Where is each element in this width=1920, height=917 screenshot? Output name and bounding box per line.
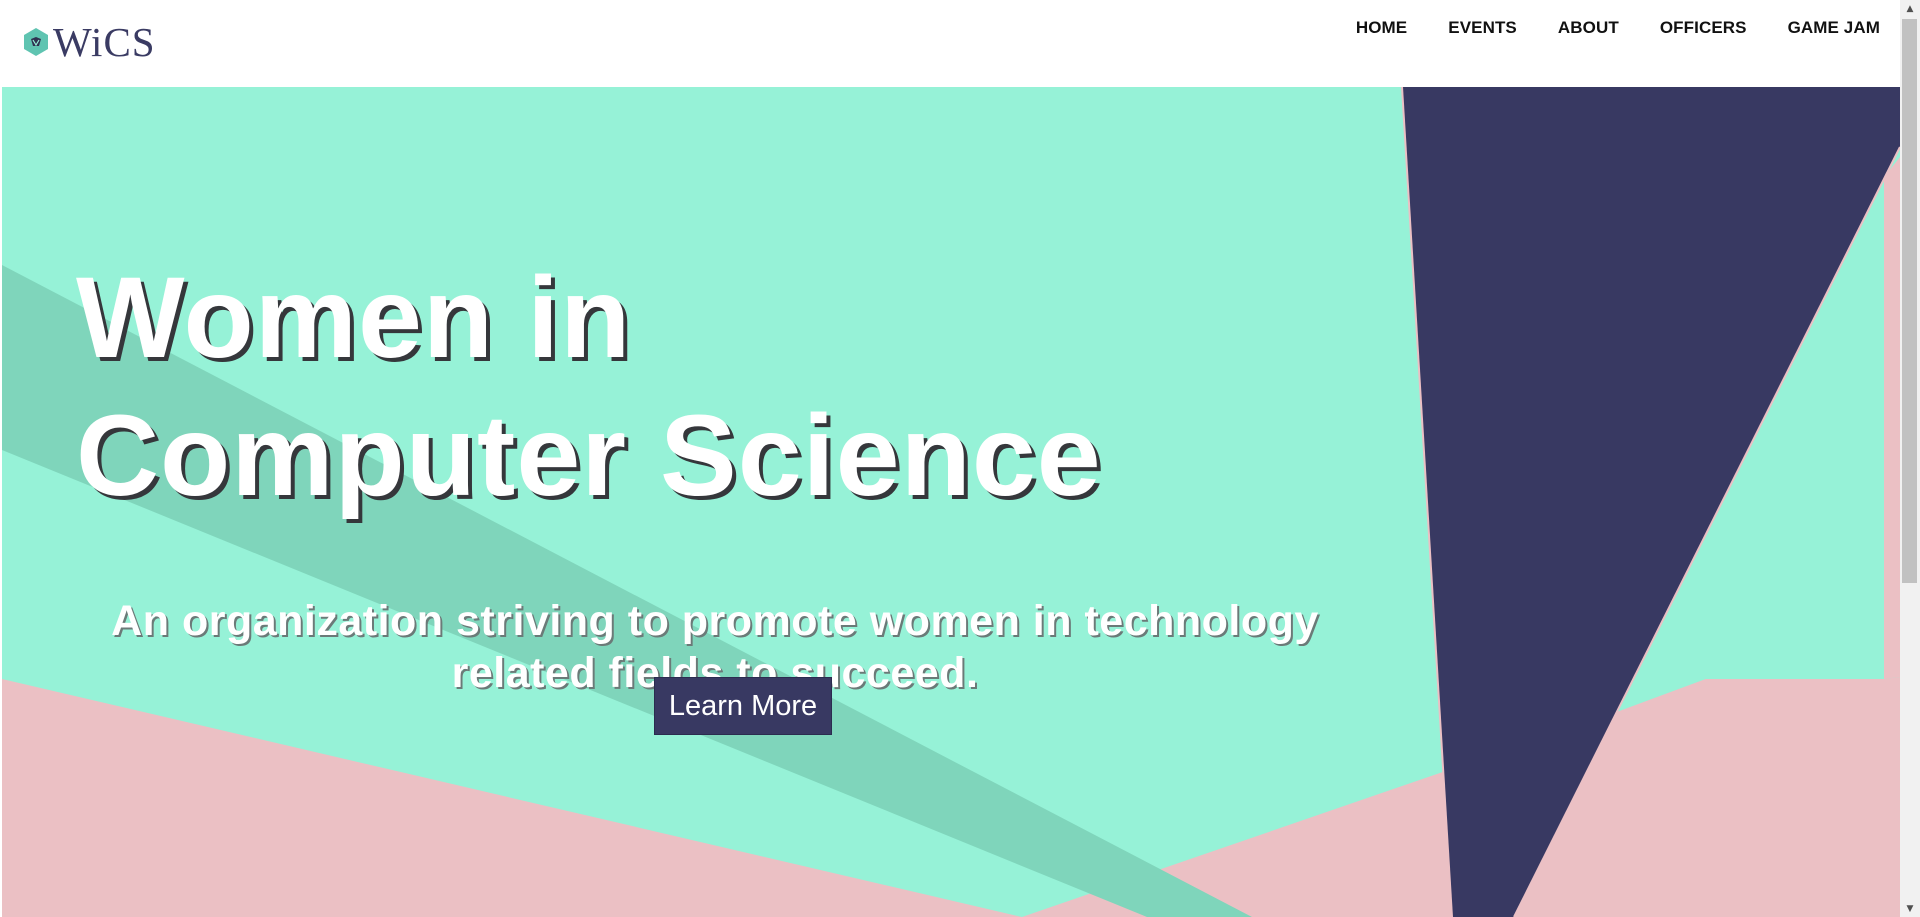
hero-title: Women in Computer Science — [76, 249, 1102, 525]
nav-events[interactable]: EVENTS — [1448, 18, 1517, 38]
hero-title-line-2: Computer Science — [76, 392, 1102, 520]
scrollbar-thumb[interactable] — [1902, 19, 1917, 583]
nav-home[interactable]: HOME — [1356, 18, 1407, 38]
hero-section: Women in Computer Science An organizatio… — [2, 87, 1900, 917]
hero-title-line-1: Women in — [76, 254, 632, 382]
wics-logo-link[interactable]: WiCS — [21, 18, 156, 66]
scroll-up-arrow-icon[interactable]: ▲ — [1900, 0, 1920, 17]
hexagon-flower-logo-icon — [24, 28, 48, 56]
logo-text: WiCS — [53, 18, 156, 65]
nav-about[interactable]: ABOUT — [1558, 18, 1619, 38]
vertical-scrollbar[interactable]: ▲ ▼ — [1900, 0, 1920, 917]
scroll-down-arrow-icon[interactable]: ▼ — [1900, 900, 1920, 917]
page: WiCS HOME EVENTS ABOUT OFFICERS GAME JAM — [0, 0, 1920, 917]
learn-more-button[interactable]: Learn More — [654, 677, 832, 735]
nav-game-jam[interactable]: GAME JAM — [1788, 18, 1880, 38]
site-header: WiCS HOME EVENTS ABOUT OFFICERS GAME JAM — [0, 0, 1900, 87]
main-nav: HOME EVENTS ABOUT OFFICERS GAME JAM — [1315, 0, 1880, 56]
nav-officers[interactable]: OFFICERS — [1660, 18, 1747, 38]
